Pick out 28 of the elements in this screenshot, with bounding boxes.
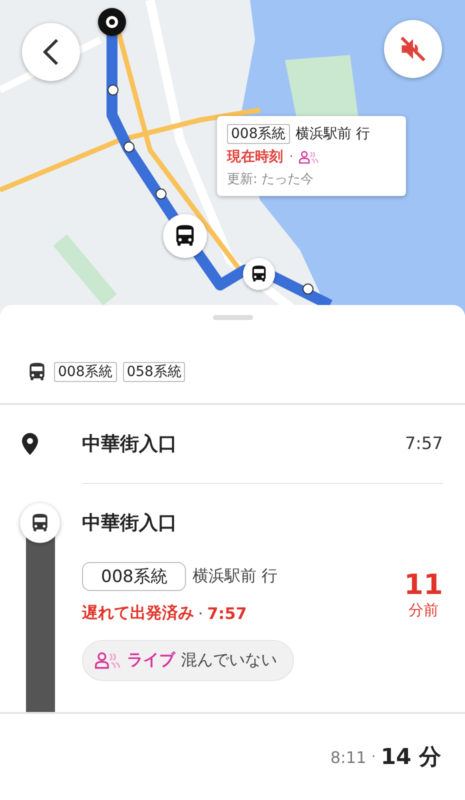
speaker-muted-icon	[398, 34, 428, 64]
stop-name: 中華街入口	[82, 511, 178, 536]
stop-name: 中華街入口	[82, 432, 178, 457]
route-tag: 008系統	[82, 562, 186, 591]
arrival-time: 8:11	[330, 748, 366, 766]
location-pin-icon	[22, 433, 38, 455]
route-tag: 008系統	[227, 124, 290, 144]
route-tag: 008系統	[54, 362, 117, 382]
status-text: 現在時刻	[227, 148, 283, 166]
minutes-value: 11	[404, 568, 443, 601]
separator-text: ·	[289, 149, 294, 165]
bus-info-callout[interactable]: 008系統 横浜駅前 行 現在時刻 · 更新: たった今	[217, 116, 406, 196]
stop-time: 7:57	[404, 434, 443, 454]
separator-text: ·	[371, 749, 376, 765]
departure-time: 7:57	[207, 604, 247, 623]
separator-text: ·	[198, 604, 204, 623]
crowd-icon	[95, 651, 121, 670]
updated-text: 更新: たった今	[227, 171, 314, 188]
drag-handle[interactable]	[212, 315, 252, 320]
crowd-icon	[299, 150, 320, 164]
destination-text: 横浜駅前 行	[192, 566, 278, 587]
minutes-unit: 分前	[408, 601, 439, 620]
crowd-chip[interactable]: ライブ 混んでいない	[82, 640, 294, 681]
route-tag: 058系統	[122, 362, 186, 382]
target-dot-icon	[105, 15, 119, 29]
status-text: 遅れて出発済み	[82, 603, 194, 624]
trip-duration: 14 分	[380, 744, 441, 772]
destination-text: 横浜駅前 行	[296, 125, 370, 143]
